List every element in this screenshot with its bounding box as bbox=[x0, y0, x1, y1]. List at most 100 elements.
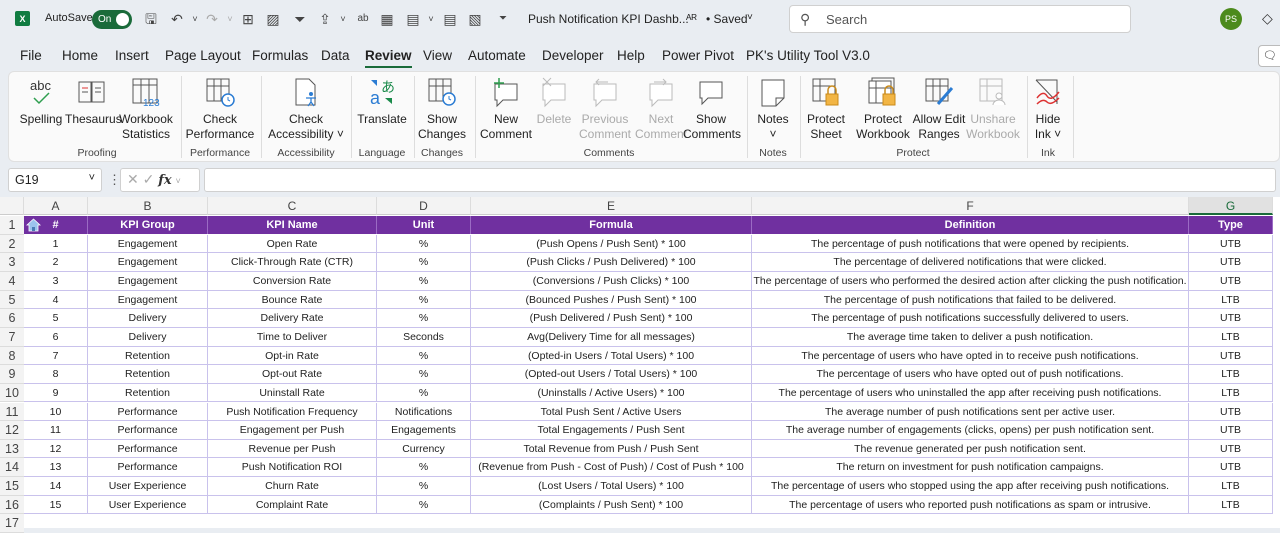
row-header-4[interactable]: 4 bbox=[0, 271, 24, 291]
save-icon[interactable]: 🖫 bbox=[142, 10, 160, 28]
share-icon[interactable]: ⇪ bbox=[316, 10, 334, 28]
undo-dropdown-icon[interactable]: ˅ bbox=[186, 10, 204, 28]
table-cell[interactable]: 2 bbox=[24, 253, 88, 272]
table-cell[interactable]: % bbox=[377, 495, 471, 515]
table-cell[interactable]: 15 bbox=[24, 495, 88, 515]
table-cell[interactable]: Delivery bbox=[88, 309, 208, 328]
unshare-workbook-button[interactable]: Unshare Workbook bbox=[965, 76, 1021, 142]
table-cell[interactable]: % bbox=[377, 458, 471, 478]
saved-dropdown-icon[interactable]: ˅ bbox=[747, 12, 753, 23]
table-cell[interactable]: Seconds bbox=[377, 327, 471, 347]
table-cell[interactable]: Revenue per Push bbox=[208, 439, 377, 459]
calculator-icon-2[interactable]: ▤ bbox=[441, 10, 459, 28]
table-cell[interactable]: LTB bbox=[1189, 327, 1273, 347]
table-cell[interactable]: % bbox=[377, 253, 471, 272]
protect-workbook-button[interactable]: Protect Workbook bbox=[853, 76, 913, 142]
table-cell[interactable]: UTB bbox=[1189, 309, 1273, 328]
table-cell[interactable]: The percentage of delivered notification… bbox=[752, 253, 1189, 272]
table-cell[interactable]: 12 bbox=[24, 439, 88, 459]
new-comment-button[interactable]: New Comment bbox=[479, 76, 533, 142]
table-cell[interactable]: % bbox=[377, 346, 471, 366]
table-cell[interactable]: Engagement bbox=[88, 290, 208, 310]
check-performance-button[interactable]: Check Performance bbox=[185, 76, 255, 142]
table-cell[interactable]: Retention bbox=[88, 365, 208, 384]
header-cell[interactable]: Unit bbox=[377, 216, 471, 234]
table-cell[interactable]: Engagement per Push bbox=[208, 421, 377, 440]
tab-help[interactable]: Help bbox=[617, 48, 645, 63]
table-cell[interactable]: UTB bbox=[1189, 439, 1273, 459]
redo-icon[interactable]: ↷ bbox=[203, 10, 221, 28]
row-header-15[interactable]: 15 bbox=[0, 477, 24, 496]
column-header-g[interactable]: G bbox=[1189, 197, 1273, 215]
table-cell[interactable]: 7 bbox=[24, 346, 88, 366]
spreadsheet-grid[interactable]: A B C D E F G 1 2 3 4 5 6 7 8 9 10 11 12 13 14 15 16 17 # KPI Gro… bbox=[0, 197, 1280, 533]
row-header-2[interactable]: 2 bbox=[0, 234, 24, 254]
comments-pane-button[interactable]: 🗨 bbox=[1258, 45, 1280, 67]
row-header-6[interactable]: 6 bbox=[0, 309, 24, 328]
table-cell[interactable]: The percentage of push notifications tha… bbox=[752, 290, 1189, 310]
tab-automate[interactable]: Automate bbox=[468, 48, 526, 63]
show-comments-button[interactable]: Show Comments bbox=[683, 76, 741, 142]
name-box[interactable]: G19 ˅ bbox=[8, 168, 102, 192]
document-title[interactable]: Push Notification KPI Dashb... bbox=[528, 12, 689, 26]
table-cell[interactable]: User Experience bbox=[88, 477, 208, 496]
tab-page-layout[interactable]: Page Layout bbox=[165, 48, 241, 63]
table-cell[interactable]: 4 bbox=[24, 290, 88, 310]
table-cell[interactable]: 5 bbox=[24, 309, 88, 328]
table-cell[interactable]: Complaint Rate bbox=[208, 495, 377, 515]
saved-status[interactable]: • Saved bbox=[706, 12, 748, 26]
workbook-statistics-button[interactable]: 123 Workbook Statistics bbox=[119, 76, 173, 142]
table-cell[interactable]: Opt-out Rate bbox=[208, 365, 377, 384]
table-cell[interactable]: Bounce Rate bbox=[208, 290, 377, 310]
check-accessibility-button[interactable]: Check Accessibility ˅ bbox=[267, 76, 345, 142]
table-cell[interactable]: Notifications bbox=[377, 402, 471, 422]
row-header-17[interactable]: 17 bbox=[0, 514, 24, 533]
table-cell[interactable]: Engagement bbox=[88, 253, 208, 272]
table-cell[interactable]: Conversion Rate bbox=[208, 271, 377, 291]
show-changes-button[interactable]: Show Changes bbox=[417, 76, 467, 142]
table-cell[interactable]: % bbox=[377, 271, 471, 291]
tab-formulas[interactable]: Formulas bbox=[252, 48, 308, 63]
table-cell[interactable]: The percentage of users who stopped usin… bbox=[752, 477, 1189, 496]
hide-ink-button[interactable]: Hide Ink ˅ bbox=[1031, 76, 1065, 142]
table-cell[interactable]: Performance bbox=[88, 402, 208, 422]
table-cell[interactable]: Open Rate bbox=[208, 234, 377, 254]
table-cell[interactable]: Delivery bbox=[88, 327, 208, 347]
table-cell[interactable]: 3 bbox=[24, 271, 88, 291]
search-input[interactable]: ⚲ Search bbox=[789, 5, 1131, 33]
table-cell[interactable]: % bbox=[377, 365, 471, 384]
table-cell[interactable]: The percentage of push notifications tha… bbox=[752, 234, 1189, 254]
table-cell[interactable]: 8 bbox=[24, 365, 88, 384]
home-icon[interactable] bbox=[26, 218, 41, 232]
table-cell[interactable]: UTB bbox=[1189, 402, 1273, 422]
table-cell[interactable]: Time to Deliver bbox=[208, 327, 377, 347]
table-cell[interactable]: The percentage of users who reported pus… bbox=[752, 495, 1189, 515]
header-cell[interactable]: KPI Group bbox=[88, 216, 208, 234]
table-cell[interactable]: (Conversions / Push Clicks) * 100 bbox=[471, 271, 752, 291]
table-cell[interactable]: (Complaints / Push Sent) * 100 bbox=[471, 495, 752, 515]
form-icon-2[interactable]: ▧ bbox=[466, 10, 484, 28]
protect-sheet-button[interactable]: Protect Sheet bbox=[805, 76, 847, 142]
calculator-icon[interactable]: ▤ bbox=[404, 10, 422, 28]
row-header-9[interactable]: 9 bbox=[0, 365, 24, 384]
table-cell[interactable]: Performance bbox=[88, 421, 208, 440]
row-header-1[interactable]: 1 bbox=[0, 216, 24, 235]
row-header-10[interactable]: 10 bbox=[0, 383, 24, 403]
table-cell[interactable]: Total Engagements / Push Sent bbox=[471, 421, 752, 440]
filter-icon[interactable]: ⏷ bbox=[291, 10, 309, 28]
table-cell[interactable]: 10 bbox=[24, 402, 88, 422]
column-header-e[interactable]: E bbox=[471, 197, 752, 215]
table-cell[interactable]: Engagement bbox=[88, 234, 208, 254]
table-cell[interactable]: Delivery Rate bbox=[208, 309, 377, 328]
table-cell[interactable]: % bbox=[377, 383, 471, 403]
chevron-down-icon[interactable]: ˅ bbox=[89, 172, 95, 184]
table-cell[interactable]: % bbox=[377, 477, 471, 496]
table-cell[interactable]: (Bounced Pushes / Push Sent) * 100 bbox=[471, 290, 752, 310]
column-header-f[interactable]: F bbox=[752, 197, 1189, 215]
formula-input[interactable] bbox=[204, 168, 1276, 192]
row-header-3[interactable]: 3 bbox=[0, 253, 24, 272]
table-cell[interactable]: Total Push Sent / Active Users bbox=[471, 402, 752, 422]
autosave-toggle[interactable]: On bbox=[92, 10, 132, 29]
table-cell[interactable]: Retention bbox=[88, 383, 208, 403]
table-cell[interactable]: The average time taken to deliver a push… bbox=[752, 327, 1189, 347]
